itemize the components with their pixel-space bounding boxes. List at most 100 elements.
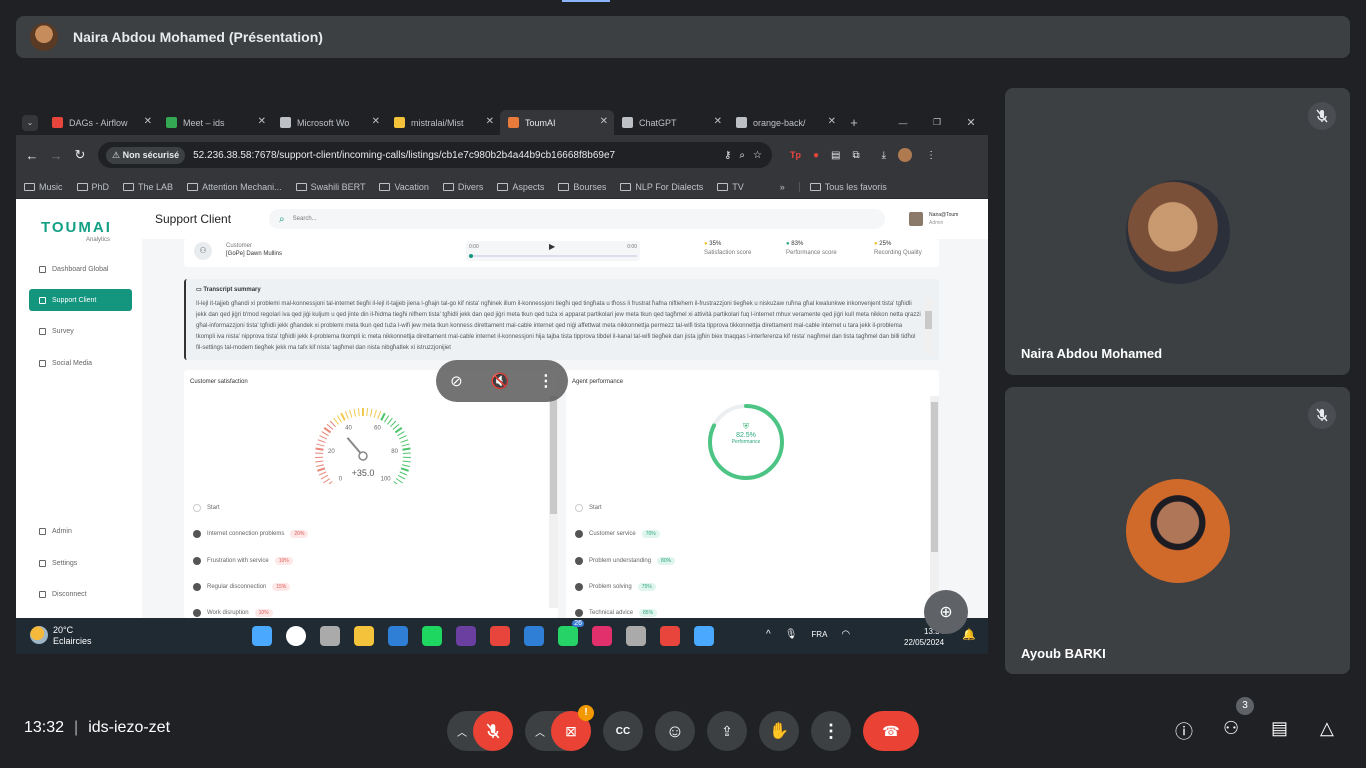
cs-scroll-thumb[interactable]: [550, 396, 557, 514]
audio-progress-thumb[interactable]: [469, 254, 473, 258]
ap-scrollbar[interactable]: [930, 396, 939, 608]
captions-button[interactable]: CC: [603, 711, 643, 751]
tab-item[interactable]: ChatGPT ✕: [614, 110, 728, 135]
search-icon[interactable]: [286, 626, 306, 646]
nav-item[interactable]: Settings: [29, 552, 132, 574]
weather-icon[interactable]: [30, 626, 48, 644]
extensions-icon[interactable]: ⧉: [853, 150, 860, 161]
profile-avatar[interactable]: [898, 148, 913, 162]
audio-progress-track[interactable]: [469, 254, 637, 258]
participant-tile-1[interactable]: Naira Abdou Mohamed: [1005, 88, 1350, 375]
minimize-button[interactable]: —: [886, 118, 920, 128]
tab-item[interactable]: mistralai/Mist ✕: [386, 110, 500, 135]
user-avatar[interactable]: [909, 212, 924, 226]
bookmark-item[interactable]: Music: [24, 182, 63, 192]
back-button[interactable]: ←: [20, 148, 44, 163]
participant-tile-2[interactable]: Ayoub BARKI: [1005, 387, 1350, 674]
vscode-icon[interactable]: [524, 626, 544, 646]
bookmark-item[interactable]: Vacation: [379, 182, 429, 192]
bookmark-item[interactable]: Bourses: [558, 182, 606, 192]
audio-player[interactable]: 0:00 ▶ 0:00: [466, 241, 640, 261]
reload-button[interactable]: ↻: [68, 147, 92, 163]
play-icon[interactable]: ▶: [549, 242, 555, 251]
zoom-icon[interactable]: ⌕: [739, 150, 745, 161]
task-view-icon[interactable]: [320, 626, 340, 646]
chevron-up-icon[interactable]: ︿: [535, 724, 545, 739]
leave-call-button[interactable]: ☎: [863, 711, 919, 751]
windows-start-icon[interactable]: [252, 626, 272, 646]
notification-bell-icon[interactable]: 🔔: [962, 628, 976, 641]
transcript-scroll-thumb[interactable]: [925, 311, 932, 329]
chevron-up-icon[interactable]: ︿: [457, 724, 467, 739]
extension-red-icon[interactable]: ●: [813, 150, 819, 161]
tab-item[interactable]: DAGs - Airflow ✕: [44, 110, 158, 135]
more-options-button[interactable]: ⋮: [811, 711, 851, 751]
tray-chevron-icon[interactable]: ^: [766, 629, 771, 640]
chrome-icon[interactable]: [660, 626, 680, 646]
more-options-icon[interactable]: ⋮: [538, 371, 554, 391]
tab-search-button[interactable]: ⌄: [16, 110, 44, 135]
star-icon[interactable]: ☆: [753, 150, 762, 161]
reactions-button[interactable]: ☺: [655, 711, 695, 751]
all-bookmarks[interactable]: Tous les favoris: [798, 181, 887, 192]
activities-icon[interactable]: △: [1320, 718, 1334, 739]
ap-scroll-thumb[interactable]: [931, 402, 938, 552]
bookmark-item[interactable]: NLP For Dialects: [620, 182, 703, 192]
security-chip[interactable]: ⚠ Non sécurisé: [106, 146, 186, 164]
weather-widget[interactable]: 20°C Eclaircies: [53, 625, 92, 647]
nav-item[interactable]: Survey: [29, 320, 132, 342]
nav-item[interactable]: Admin: [29, 520, 132, 542]
cs-scrollbar[interactable]: [549, 396, 558, 608]
close-tab-icon[interactable]: ✕: [258, 116, 266, 127]
nav-item[interactable]: Social Media: [29, 352, 132, 374]
key-icon[interactable]: ⚷: [724, 150, 731, 161]
bookmark-item[interactable]: Divers: [442, 182, 483, 192]
bookmark-item[interactable]: The LAB: [123, 182, 173, 192]
bookmark-item[interactable]: Swahili BERT: [295, 182, 365, 192]
microphone-icon[interactable]: 🎙: [785, 629, 798, 640]
app-icon[interactable]: [456, 626, 476, 646]
close-tab-icon[interactable]: ✕: [714, 116, 722, 127]
tab-item[interactable]: Meet – ids ✕: [158, 110, 272, 135]
raise-hand-button[interactable]: ✋: [759, 711, 799, 751]
info-icon[interactable]: ⓘ: [1175, 718, 1193, 744]
tab-item[interactable]: orange-back/ ✕: [728, 110, 842, 135]
terminal-icon[interactable]: [626, 626, 646, 646]
file-explorer-icon[interactable]: [354, 626, 374, 646]
chat-icon[interactable]: ▤: [1271, 718, 1288, 739]
notes-icon[interactable]: [694, 626, 714, 646]
whatsapp-icon[interactable]: 26: [558, 620, 584, 646]
omnibox[interactable]: ⚠ Non sécurisé 52.236.38.58:7678/support…: [98, 142, 772, 168]
tab-item[interactable]: Microsoft Wo ✕: [272, 110, 386, 135]
people-icon[interactable]: ⚇: [1223, 718, 1239, 739]
nav-item[interactable]: Support Client: [29, 289, 132, 311]
nav-item[interactable]: Dashboard Global: [29, 258, 132, 280]
more-bookmarks-icon[interactable]: »: [780, 182, 785, 192]
language-indicator[interactable]: FRA: [811, 630, 827, 639]
bookmark-item[interactable]: Aspects: [497, 182, 544, 192]
close-tab-icon[interactable]: ✕: [144, 116, 152, 127]
close-tab-icon[interactable]: ✕: [600, 116, 608, 127]
close-tab-icon[interactable]: ✕: [486, 116, 494, 127]
instagram-icon[interactable]: [592, 626, 612, 646]
wifi-icon[interactable]: ◠: [841, 629, 850, 640]
new-tab-button[interactable]: +: [842, 115, 866, 130]
pin-off-icon[interactable]: ⊘: [450, 372, 463, 390]
nav-item[interactable]: Disconnect: [29, 583, 132, 605]
volume-off-icon[interactable]: 🔇: [491, 372, 510, 390]
outlook-icon[interactable]: [388, 626, 408, 646]
close-tab-icon[interactable]: ✕: [372, 116, 380, 127]
extension-page-icon[interactable]: ▤: [831, 150, 840, 161]
bookmark-item[interactable]: Attention Mechani...: [187, 182, 282, 192]
transcript-scrollbar[interactable]: [924, 299, 933, 356]
chrome-icon[interactable]: [490, 626, 510, 646]
bookmark-item[interactable]: PhD: [76, 182, 109, 192]
mic-toggle-button[interactable]: [473, 711, 513, 751]
download-icon[interactable]: ⤓: [882, 150, 886, 161]
user-info[interactable]: Naira@Toum Admin: [929, 211, 958, 227]
forward-button[interactable]: →: [44, 148, 68, 163]
restore-button[interactable]: ❐: [920, 117, 954, 128]
search-box[interactable]: ⌕ Search...: [269, 209, 886, 229]
spotify-icon[interactable]: [422, 626, 442, 646]
close-tab-icon[interactable]: ✕: [828, 116, 836, 127]
